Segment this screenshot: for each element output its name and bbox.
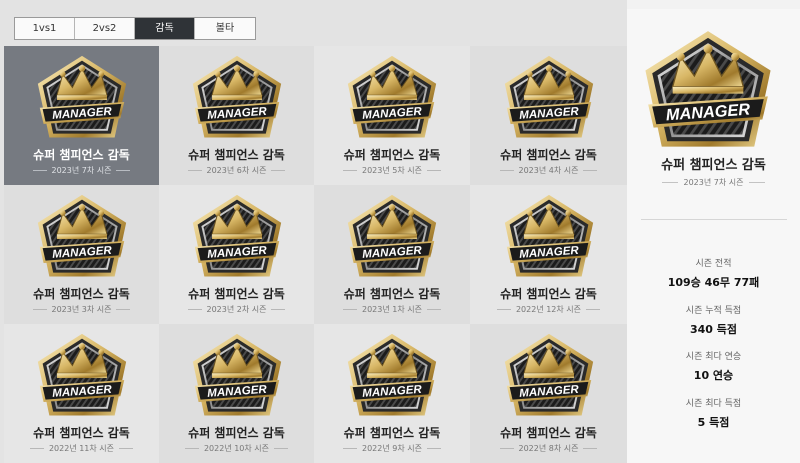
- manager-badge-icon: MANAGER: [189, 331, 285, 427]
- stat-max-goals: 시즌 최다 득점 5 득점: [627, 396, 800, 430]
- stat-label: 시즌 전적: [695, 259, 732, 269]
- stat-value: 5 득점: [697, 416, 730, 429]
- trophy-title: 슈퍼 챔피언스 감독: [188, 426, 285, 440]
- trophy-card[interactable]: MANAGER 슈퍼 챔피언스 감독 2022년 9차 시즌: [314, 324, 470, 463]
- trophy-card[interactable]: MANAGER 슈퍼 챔피언스 감독 2023년 4차 시즌: [470, 46, 627, 185]
- manager-badge-icon: MANAGER: [344, 331, 440, 427]
- trophy-card[interactable]: MANAGER 슈퍼 챔피언스 감독 2022년 11차 시즌: [4, 324, 159, 463]
- trophy-season: 2023년 6차 시즌: [159, 165, 314, 176]
- stat-label: 시즌 최다 득점: [685, 399, 742, 409]
- manager-badge-icon: MANAGER: [501, 192, 597, 288]
- tab-2vs2[interactable]: 2vs2: [75, 18, 135, 39]
- trophy-season: 2023년 5차 시즌: [314, 165, 470, 176]
- stat-win-streak: 시즌 최다 연승 10 연승: [627, 349, 800, 383]
- manager-badge-icon: MANAGER: [189, 192, 285, 288]
- mode-tabs: 1vs1 2vs2 감독 볼타: [14, 17, 256, 40]
- stat-label: 시즌 최다 연승: [685, 352, 742, 362]
- trophy-season: 2022년 10차 시즌: [159, 443, 314, 454]
- tab-volta[interactable]: 볼타: [195, 18, 255, 39]
- manager-badge-icon: MANAGER: [501, 53, 597, 149]
- trophy-card[interactable]: MANAGER 슈퍼 챔피언스 감독 2023년 2차 시즌: [159, 185, 314, 324]
- trophy-card[interactable]: MANAGER 슈퍼 챔피언스 감독 2023년 3차 시즌: [4, 185, 159, 324]
- manager-badge-icon: MANAGER: [189, 53, 285, 149]
- tab-1vs1[interactable]: 1vs1: [15, 18, 75, 39]
- trophy-season: 2022년 8차 시즌: [470, 443, 627, 454]
- trophy-title: 슈퍼 챔피언스 감독: [33, 426, 130, 440]
- trophy-title: 슈퍼 챔피언스 감독: [188, 287, 285, 301]
- stat-total-goals: 시즌 누적 득점 340 득점: [627, 303, 800, 337]
- manager-badge-icon: MANAGER: [344, 53, 440, 149]
- trophy-card[interactable]: MANAGER 슈퍼 챔피언스 감독 2023년 1차 시즌: [314, 185, 470, 324]
- trophy-grid: MANAGER 슈퍼 챔피언스 감독 2023년 7차 시즌 MANAGER 슈퍼 챔피…: [4, 46, 627, 463]
- trophy-season: 2023년 3차 시즌: [4, 304, 159, 315]
- detail-panel: MANAGER 슈퍼 챔피언스 감독 2023년 7차 시즌 시즌 전적 109…: [627, 9, 800, 463]
- manager-badge-icon: MANAGER: [34, 192, 130, 288]
- trophy-season: 2023년 7차 시즌: [4, 165, 159, 176]
- trophy-title: 슈퍼 챔피언스 감독: [33, 148, 130, 162]
- trophy-card[interactable]: MANAGER 슈퍼 챔피언스 감독 2023년 5차 시즌: [314, 46, 470, 185]
- trophy-title: 슈퍼 챔피언스 감독: [500, 287, 597, 301]
- trophy-card[interactable]: MANAGER 슈퍼 챔피언스 감독 2022년 12차 시즌: [470, 185, 627, 324]
- trophy-title: 슈퍼 챔피언스 감독: [33, 287, 130, 301]
- trophy-card[interactable]: MANAGER 슈퍼 챔피언스 감독 2023년 6차 시즌: [159, 46, 314, 185]
- trophy-season: 2022년 11차 시즌: [4, 443, 159, 454]
- detail-season: 2023년 7차 시즌: [627, 177, 800, 188]
- detail-title: 슈퍼 챔피언스 감독: [661, 158, 766, 173]
- stat-value: 109승 46무 77패: [667, 276, 760, 289]
- stat-value: 10 연승: [693, 369, 734, 382]
- manager-badge-icon: MANAGER: [501, 331, 597, 427]
- trophy-card[interactable]: MANAGER 슈퍼 챔피언스 감독 2022년 10차 시즌: [159, 324, 314, 463]
- detail-divider: [641, 219, 787, 220]
- manager-badge-icon: MANAGER: [640, 27, 776, 163]
- trophy-title: 슈퍼 챔피언스 감독: [343, 287, 441, 301]
- stat-value: 340 득점: [689, 323, 738, 336]
- trophy-title: 슈퍼 챔피언스 감독: [500, 148, 597, 162]
- trophy-season: 2022년 12차 시즌: [470, 304, 627, 315]
- trophy-card[interactable]: MANAGER 슈퍼 챔피언스 감독 2023년 7차 시즌: [4, 46, 159, 185]
- manager-badge-icon: MANAGER: [344, 192, 440, 288]
- trophy-season: 2023년 2차 시즌: [159, 304, 314, 315]
- trophy-title: 슈퍼 챔피언스 감독: [343, 148, 441, 162]
- tab-manager[interactable]: 감독: [135, 18, 195, 39]
- manager-badge-icon: MANAGER: [34, 53, 130, 149]
- manager-badge-icon: MANAGER: [34, 331, 130, 427]
- trophy-season: 2022년 9차 시즌: [314, 443, 470, 454]
- trophy-title: 슈퍼 챔피언스 감독: [188, 148, 285, 162]
- trophy-season: 2023년 1차 시즌: [314, 304, 470, 315]
- stat-label: 시즌 누적 득점: [685, 306, 742, 316]
- trophy-title: 슈퍼 챔피언스 감독: [500, 426, 597, 440]
- trophy-card[interactable]: MANAGER 슈퍼 챔피언스 감독 2022년 8차 시즌: [470, 324, 627, 463]
- stat-season-record: 시즌 전적 109승 46무 77패: [627, 256, 800, 290]
- trophy-season: 2023년 4차 시즌: [470, 165, 627, 176]
- trophy-title: 슈퍼 챔피언스 감독: [343, 426, 441, 440]
- left-panel: 1vs1 2vs2 감독 볼타 MANAGER 슈퍼 챔피언스 감독 2023년 7…: [0, 0, 627, 463]
